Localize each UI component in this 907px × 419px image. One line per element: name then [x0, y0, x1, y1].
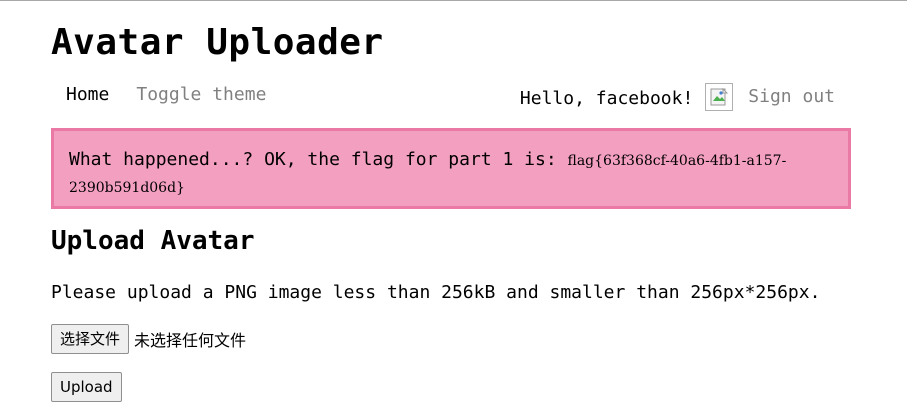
- page-title: Avatar Uploader: [51, 22, 384, 63]
- avatar[interactable]: [705, 83, 734, 111]
- top-border: [0, 0, 907, 1]
- nav-toggle-theme-link[interactable]: Toggle theme: [136, 84, 266, 105]
- flag-alert: What happened...? OK, the flag for part …: [51, 128, 851, 209]
- choose-file-button[interactable]: 选择文件: [51, 324, 130, 354]
- alert-message: What happened...? OK, the flag for part …: [69, 149, 568, 170]
- broken-image-icon: [710, 87, 729, 106]
- upload-row: Upload: [51, 372, 122, 402]
- no-file-chosen-text: 未选择任何文件: [134, 331, 247, 350]
- user-greeting: Hello, facebook!: [519, 87, 694, 109]
- upload-instructions: Please upload a PNG image less than 256k…: [51, 282, 821, 303]
- sign-out-link[interactable]: Sign out: [748, 86, 835, 107]
- navbar: Home Toggle theme Hello, facebook! Sign o…: [51, 80, 851, 112]
- upload-heading: Upload Avatar: [51, 226, 255, 256]
- nav-home-link[interactable]: Home: [66, 84, 109, 105]
- file-input: 选择文件 未选择任何文件: [51, 324, 246, 354]
- nav-left: Home Toggle theme: [66, 84, 266, 105]
- upload-button[interactable]: Upload: [51, 372, 122, 402]
- nav-right: Hello, facebook! Sign out: [520, 80, 835, 112]
